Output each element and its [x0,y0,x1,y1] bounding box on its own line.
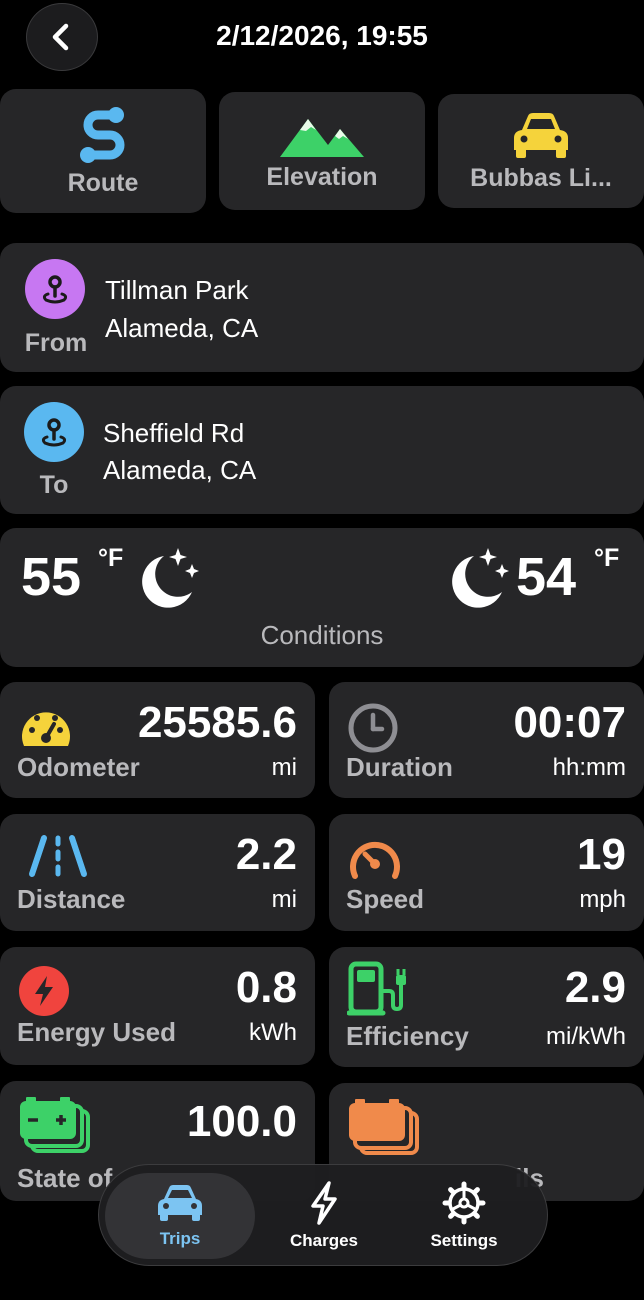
energy-value: 0.8 [235,963,297,1012]
end-temp-unit: °F [594,544,620,572]
battery-stack-icon [20,1097,90,1153]
tab-label: Charges [289,1231,359,1250]
moon-stars-icon [452,548,509,608]
bolt-circle-icon [19,966,69,1016]
tab-label: Settings [430,1231,498,1250]
road-icon [29,835,87,877]
soc-label: State of [17,1163,113,1193]
energy-unit: kWh [249,1019,297,1046]
start-temp-unit: °F [98,544,124,572]
duration-card: 00:07 Duration hh:mm [329,682,644,798]
from-city: Alameda, CA [105,313,259,343]
tile-label: Route [67,168,139,197]
map-pin-icon [25,259,85,319]
tab-settings[interactable]: Settings [389,1173,539,1259]
gear-icon [442,1181,486,1225]
tab-charges[interactable]: Charges [249,1173,399,1259]
page-title: 2/12/2026, 19:55 [216,20,428,51]
distance-value: 2.2 [235,830,297,879]
tile-label: Bubbas Li... [470,163,612,192]
efficiency-card: 2.9 Efficiency mi/kWh [329,947,644,1067]
battery-stack-icon [349,1099,419,1155]
from-label: From [24,329,88,357]
route-icon [80,106,125,163]
distance-unit: mi [271,886,297,913]
bolt-icon [311,1181,337,1225]
tab-bar: Trips Charges Settings [98,1164,548,1266]
car-icon [158,1185,202,1221]
map-pin-icon [24,402,84,462]
from-place: Tillman Park [105,275,249,305]
end-temperature: 54 [516,547,577,607]
conditions-label: Conditions [260,620,384,650]
elevation-tile[interactable]: Elevation [219,92,425,210]
soc-value: 100.0 [186,1097,297,1146]
odometer-value: 25585.6 [137,698,297,747]
to-city: Alameda, CA [103,455,257,485]
odometer-label: Odometer [17,752,140,782]
speedometer-icon [22,712,71,746]
speed-card: 19 Speed mph [329,814,644,931]
start-temperature: 55 [21,547,82,607]
odometer-unit: mi [271,754,297,781]
mountains-icon [280,118,364,157]
speed-label: Speed [346,884,425,914]
speed-value: 19 [577,830,626,879]
duration-value: 00:07 [513,698,626,747]
duration-unit: hh:mm [552,754,626,781]
efficiency-value: 2.9 [564,963,626,1012]
tab-label: Trips [159,1229,201,1248]
car-icon [514,112,568,158]
tab-trips[interactable]: Trips [105,1173,255,1259]
ev-charger-icon [347,961,406,1016]
odometer-card: 25585.6 Odometer mi [0,682,315,798]
duration-label: Duration [346,752,453,782]
to-label: To [39,471,69,499]
distance-label: Distance [17,884,126,914]
to-location-card[interactable]: To Sheffield Rd Alameda, CA [0,386,644,514]
clock-icon [348,703,398,753]
to-place: Sheffield Rd [103,418,245,448]
energy-used-card: 0.8 Energy Used kWh [0,947,315,1065]
efficiency-label: Efficiency [346,1021,469,1051]
distance-card: 2.2 Distance mi [0,814,315,931]
energy-label: Energy Used [17,1017,176,1047]
efficiency-unit: mi/kWh [546,1023,626,1050]
moon-stars-icon [142,548,199,608]
speed-unit: mph [579,886,626,913]
from-location-card[interactable]: From Tillman Park Alameda, CA [0,243,644,372]
route-tile[interactable]: Route [0,89,206,213]
conditions-card: 55 °F 54 °F Conditions [0,528,644,667]
vehicle-tile[interactable]: Bubbas Li... [438,94,644,208]
gauge-icon [350,841,400,879]
tile-label: Elevation [266,162,378,191]
